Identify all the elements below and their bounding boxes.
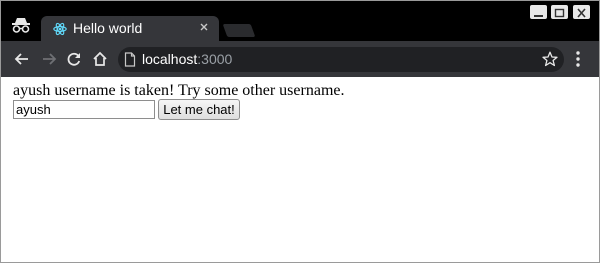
browser-window: Hello world localhost:3000 ayush usernam… [0,0,600,263]
tab-hello-world[interactable]: Hello world [41,16,219,41]
forward-arrow-icon[interactable] [40,50,58,68]
minimize-button[interactable] [530,5,547,19]
tab-strip: Hello world [1,1,599,41]
back-arrow-icon[interactable] [13,50,31,68]
reload-icon[interactable] [65,50,83,68]
kebab-menu-icon[interactable] [573,50,583,68]
page-info-icon[interactable] [124,52,136,67]
home-icon[interactable] [91,50,109,68]
page-content: ayush username is taken! Try some other … [1,77,599,262]
url-text: localhost:3000 [142,51,232,67]
let-me-chat-button[interactable]: Let me chat! [158,99,240,120]
star-icon[interactable] [542,51,558,67]
url-port: :3000 [197,51,233,67]
status-message: ayush username is taken! Try some other … [13,82,345,99]
close-icon[interactable] [198,21,210,33]
browser-toolbar: localhost:3000 [1,41,599,77]
minimize-icon [534,15,543,17]
react-atom-icon [53,22,67,36]
close-window-icon [577,8,586,18]
maximize-button[interactable] [551,5,568,19]
url-host: localhost [142,51,198,67]
username-input[interactable] [13,100,155,119]
address-bar[interactable]: localhost:3000 [118,47,564,72]
tab-title: Hello world [73,20,143,36]
new-tab-button[interactable] [222,24,256,37]
close-window-button[interactable] [573,5,590,19]
maximize-icon [554,8,565,18]
incognito-icon [12,18,30,33]
